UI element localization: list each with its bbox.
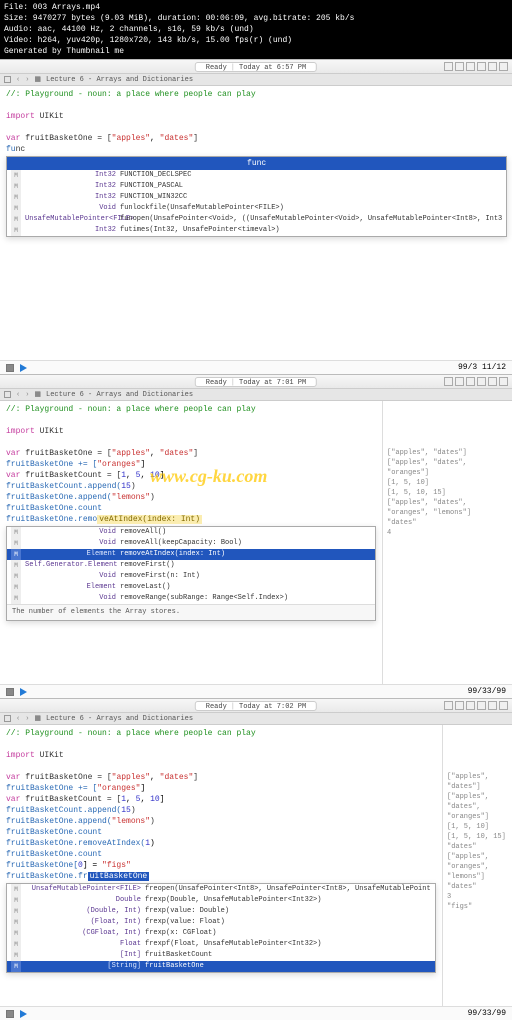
pane-3: Ready|Today at 7:02 PM ‹›▦Lecture 6 - Ar… — [0, 698, 512, 1020]
video-line: Video: h264, yuv420p, 1280x720, 143 kb/s… — [4, 35, 508, 46]
autocomplete-popup-1[interactable]: func MInt32FUNCTION_DECLSPEC MInt32FUNCT… — [6, 156, 507, 237]
code-editor-3[interactable]: //: Playground - noun: a place where peo… — [0, 725, 442, 1006]
panel-icon[interactable] — [4, 76, 11, 83]
status-pill: Ready | Today at 6:57 PM — [195, 62, 317, 72]
autocomplete-row[interactable]: MSelf.Generator.ElementremoveFirst() — [7, 560, 375, 571]
autocomplete-row[interactable]: MInt32FUNCTION_DECLSPEC — [7, 170, 506, 181]
result-value: "dates" — [447, 842, 508, 852]
play-button[interactable] — [20, 364, 27, 372]
autocomplete-row[interactable]: MElementremoveLast() — [7, 582, 375, 593]
status-time: Today at 6:57 PM — [239, 63, 306, 71]
audio-line: Audio: aac, 44100 Hz, 2 channels, s16, 5… — [4, 24, 508, 35]
autocomplete-popup-3[interactable]: MUnsafeMutablePointer<FILE>freopen(Unsaf… — [6, 883, 436, 973]
autocomplete-row[interactable]: M(Double, Int)frexp(value: Double) — [7, 906, 435, 917]
autocomplete-row[interactable]: MUnsafeMutablePointer<FILE>freopen(Unsaf… — [7, 884, 435, 895]
chevron-left-icon[interactable]: ‹ — [16, 76, 20, 84]
stop-button[interactable] — [6, 688, 14, 696]
pane-2: Ready|Today at 7:01 PM ‹›▦Lecture 6 - Ar… — [0, 374, 512, 698]
tab-bar: ‹ › ▦ Lecture 6 - Arrays and Dictionarie… — [0, 74, 512, 86]
autocomplete-row[interactable]: MUnsafeMutablePointer<FILE>funopen(Unsaf… — [7, 214, 506, 225]
result-value: ["apples", "dates", "oranges"] — [447, 792, 508, 822]
status-bar-2: Ready|Today at 7:01 PM — [0, 375, 512, 389]
autocomplete-tip: The number of elements the Array stores. — [7, 604, 375, 620]
status-bar-3: Ready|Today at 7:02 PM — [0, 699, 512, 713]
autocomplete-row[interactable]: MVoidfunlockfile(UnsafeMutablePointer<FI… — [7, 203, 506, 214]
autocomplete-row[interactable]: M(Float, Int)frexp(value: Float) — [7, 917, 435, 928]
autocomplete-popup-2[interactable]: MVoidremoveAll() MVoidremoveAll(keepCapa… — [6, 526, 376, 621]
result-value: [1, 5, 10] — [447, 822, 508, 832]
pane-1: Ready | Today at 6:57 PM ‹ › ▦ Lecture 6… — [0, 59, 512, 374]
toolbar-icon[interactable] — [477, 62, 486, 71]
toolbar-right — [444, 62, 508, 71]
autocomplete-row[interactable]: MVoidremoveAll() — [7, 527, 375, 538]
file-line: File: 003 Arrays.mp4 — [4, 2, 508, 13]
stop-button[interactable] — [6, 1010, 14, 1018]
result-value: ["apples", "dates"] — [387, 448, 508, 458]
size-line: Size: 9470277 bytes (9.03 MiB), duration… — [4, 13, 508, 24]
gen-line: Generated by Thumbnail me — [4, 46, 508, 57]
result-value: [1, 5, 10, 15] — [387, 488, 508, 498]
result-value: ["apples", "dates", "oranges"] — [387, 458, 508, 478]
selected-text: uitBasketOne — [88, 872, 150, 881]
autocomplete-row[interactable]: MInt32FUNCTION_WIN32CC — [7, 192, 506, 203]
status-ready: Ready — [206, 63, 227, 71]
toolbar-icon[interactable] — [466, 62, 475, 71]
result-value: ["apples", "dates", "oranges", "lemons"] — [387, 498, 508, 518]
chevron-right-icon[interactable]: › — [25, 76, 29, 84]
autocomplete-row-selected[interactable]: M[String]fruitBasketOne — [7, 961, 435, 972]
inline-completion-hint: veAtIndex(index: Int) — [97, 515, 202, 524]
autocomplete-row[interactable]: M[Int]fruitBasketCount — [7, 950, 435, 961]
status-bar-1: Ready | Today at 6:57 PM — [0, 60, 512, 74]
code-editor-2[interactable]: //: Playground - noun: a place where peo… — [0, 401, 382, 684]
tab-title[interactable]: Lecture 6 - Arrays and Dictionaries — [46, 76, 193, 84]
autocomplete-row[interactable]: MVoidremoveFirst(n: Int) — [7, 571, 375, 582]
result-value: "dates" — [387, 518, 508, 528]
result-sidebar-3: ["apples", "dates"] ["apples", "dates", … — [442, 725, 512, 1006]
result-value: [1, 5, 10, 15] — [447, 832, 508, 842]
autocomplete-row[interactable]: MInt32FUNCTION_PASCAL — [7, 181, 506, 192]
stop-button[interactable] — [6, 364, 14, 372]
autocomplete-header: func — [7, 157, 506, 170]
playground-icon: ▦ — [34, 75, 41, 84]
play-button[interactable] — [20, 1010, 27, 1018]
toolbar-icon[interactable] — [444, 62, 453, 71]
cursor-pos: 99/3 11/12 — [458, 363, 506, 372]
code-editor-1[interactable]: //: Playground - noun: a place where peo… — [0, 86, 512, 360]
cursor-pos: 99/33/99 — [468, 687, 506, 696]
media-info-header: File: 003 Arrays.mp4 Size: 9470277 bytes… — [0, 0, 512, 59]
toolbar-icon[interactable] — [455, 62, 464, 71]
result-value: 4 — [387, 528, 508, 538]
result-value: ["apples", "dates"] — [447, 772, 508, 792]
toolbar-icon[interactable] — [499, 62, 508, 71]
play-button[interactable] — [20, 688, 27, 696]
result-value: "dates" — [447, 882, 508, 892]
result-value: 3 — [447, 892, 508, 902]
autocomplete-row[interactable]: M(CGFloat, Int)frexp(x: CGFloat) — [7, 928, 435, 939]
result-value: ["apples", "oranges", "lemons"] — [447, 852, 508, 882]
result-value: "figs" — [447, 902, 508, 912]
autocomplete-row-selected[interactable]: MElementremoveAtIndex(index: Int) — [7, 549, 375, 560]
autocomplete-row[interactable]: MInt32futimes(Int32, UnsafePointer<timev… — [7, 225, 506, 236]
cursor-pos: 99/33/99 — [468, 1009, 506, 1018]
result-value: [1, 5, 10] — [387, 478, 508, 488]
autocomplete-row[interactable]: MFloatfrexpf(Float, UnsafeMutablePointer… — [7, 939, 435, 950]
toolbar-icon[interactable] — [488, 62, 497, 71]
autocomplete-row[interactable]: MVoidremoveAll(keepCapacity: Bool) — [7, 538, 375, 549]
autocomplete-row[interactable]: MDoublefrexp(Double, UnsafeMutablePointe… — [7, 895, 435, 906]
result-sidebar-2: ["apples", "dates"] ["apples", "dates", … — [382, 401, 512, 684]
autocomplete-row[interactable]: MVoidremoveRange(subRange: Range<Self.In… — [7, 593, 375, 604]
